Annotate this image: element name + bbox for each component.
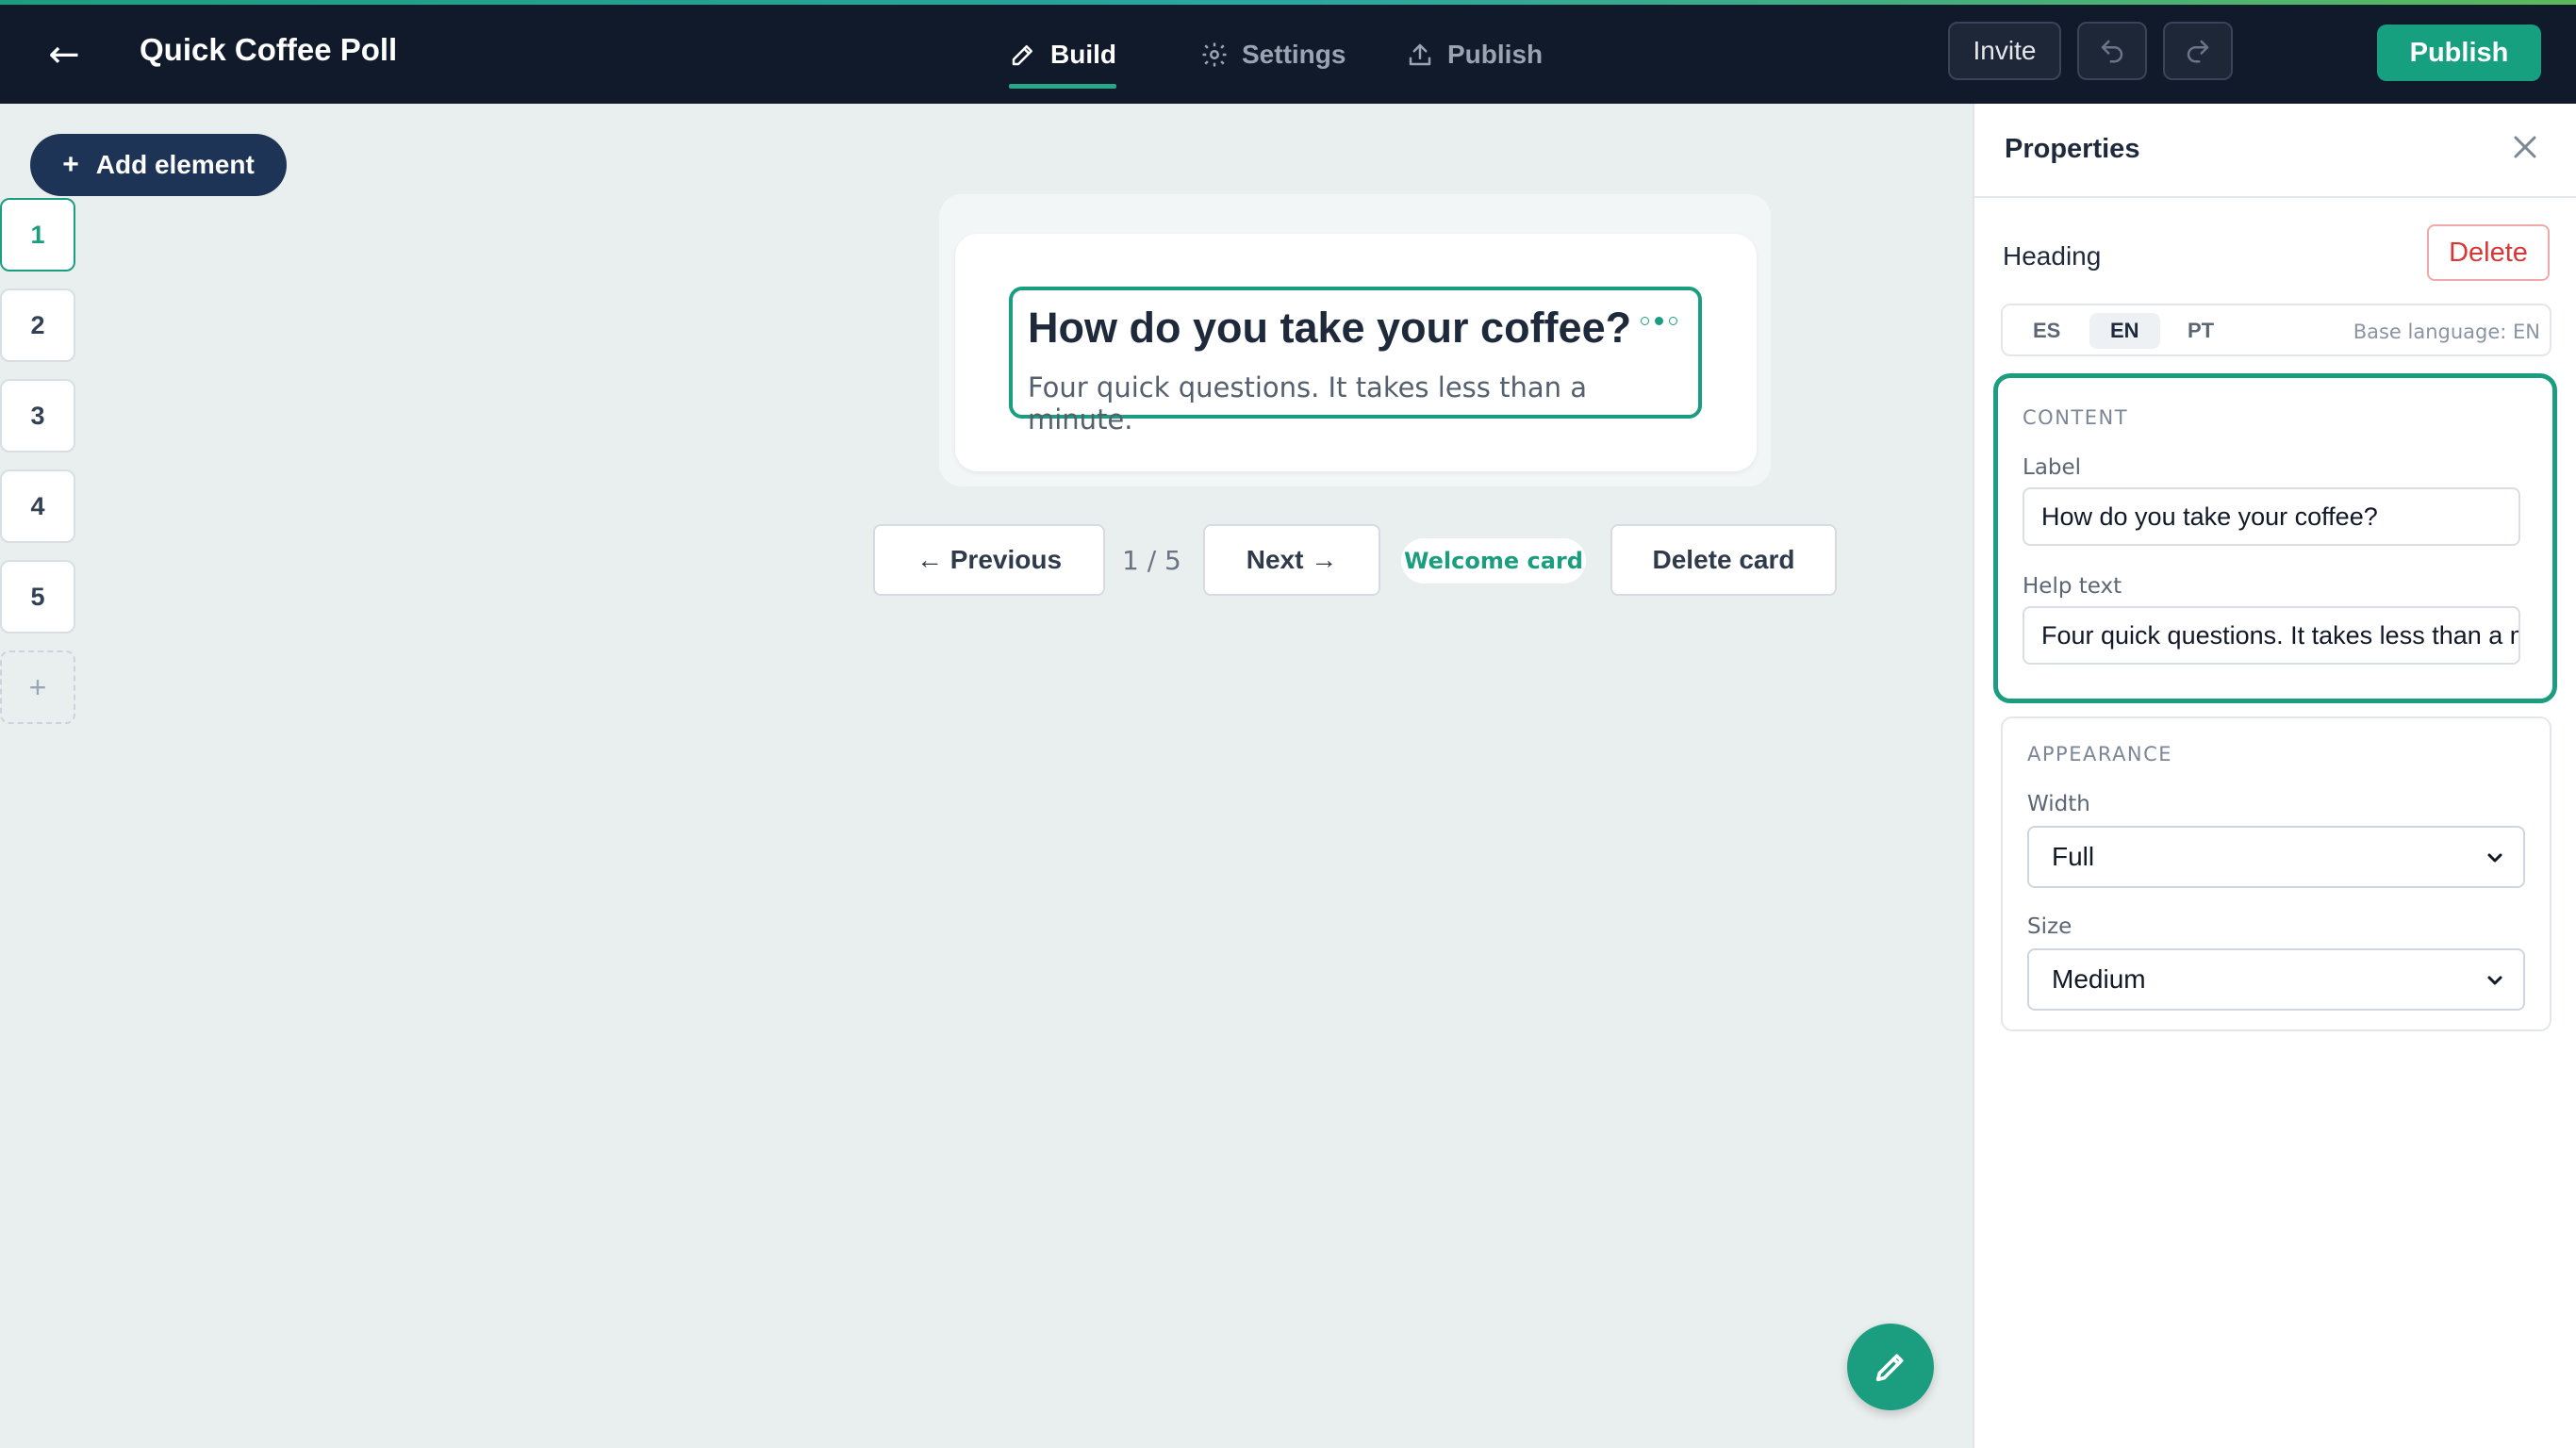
lang-tab-es[interactable]: ES <box>2012 313 2081 349</box>
pencil-icon <box>1012 45 1032 66</box>
tab-settings[interactable]: Settings <box>1200 26 1346 83</box>
appearance-section: APPEARANCE Width Full Size Medium <box>2001 716 2551 1031</box>
page-chip-2[interactable]: 2 <box>0 288 75 362</box>
lang-tab-pt[interactable]: PT <box>2167 313 2235 349</box>
pencil-icon <box>1875 1354 1904 1382</box>
label-field-label: Label <box>2023 455 2082 480</box>
add-page-button[interactable]: + <box>0 650 75 724</box>
panel-header: Properties <box>1974 104 2576 198</box>
upload-icon <box>1409 43 1431 66</box>
panel-title: Properties <box>2005 134 2140 164</box>
tab-build[interactable]: Build <box>1009 26 1116 89</box>
card-type-badge: Welcome card <box>1401 538 1586 584</box>
help-text-field-label: Help text <box>2023 574 2122 599</box>
size-select-value: Medium <box>2052 964 2146 994</box>
redo-button[interactable] <box>2163 22 2233 80</box>
delete-element-button[interactable]: Delete <box>2427 224 2550 281</box>
tab-settings-label: Settings <box>1242 40 1346 69</box>
undo-button[interactable] <box>2077 22 2147 80</box>
add-element-label: Add element <box>95 150 255 179</box>
redo-icon <box>2187 40 2209 63</box>
heading-help-text: Four quick questions. It takes less than… <box>1028 371 1587 436</box>
invite-button[interactable]: Invite <box>1948 22 2061 80</box>
page-chip-1[interactable]: 1 <box>0 198 75 272</box>
tab-build-label: Build <box>1050 40 1116 69</box>
top-bar: ← Quick Coffee Poll Build Settings Publi… <box>0 0 2576 104</box>
size-field-label: Size <box>2027 914 2072 939</box>
page-chip-3[interactable]: 3 <box>0 379 75 452</box>
content-section-title: CONTENT <box>2023 406 2129 429</box>
label-input[interactable]: How do you take your coffee? <box>2023 487 2520 546</box>
page-chip-5[interactable]: 5 <box>0 560 75 634</box>
base-language-note: Base language: EN <box>2353 321 2540 343</box>
width-select-value: Full <box>2052 842 2095 871</box>
chevron-down-icon <box>2487 976 2502 985</box>
tab-publish[interactable]: Publish <box>1406 26 1543 83</box>
content-section: CONTENT Label How do you take your coffe… <box>1993 373 2557 703</box>
more-options-icon[interactable] <box>1641 317 1677 325</box>
size-select[interactable]: Medium <box>2027 948 2525 1011</box>
back-arrow-icon[interactable]: ← <box>38 28 91 81</box>
add-element-button[interactable]: + Add element <box>30 134 287 196</box>
element-type-label: Heading <box>2003 241 2102 271</box>
publish-button[interactable]: Publish <box>2377 25 2541 81</box>
plus-icon: + <box>62 149 79 180</box>
top-accent-line <box>0 0 2576 5</box>
width-select[interactable]: Full <box>2027 826 2525 888</box>
chevron-down-icon <box>2487 853 2502 863</box>
delete-card-button[interactable]: Delete card <box>1610 524 1837 596</box>
appearance-section-title: APPEARANCE <box>2027 743 2173 765</box>
tab-publish-label: Publish <box>1447 40 1544 69</box>
lang-tab-en[interactable]: EN <box>2089 313 2160 349</box>
next-button[interactable]: Next → <box>1203 524 1380 596</box>
gear-icon <box>1202 42 1227 67</box>
properties-panel: Properties Heading Delete ES EN PT Base … <box>1973 104 2576 1448</box>
previous-button[interactable]: ← Previous <box>873 524 1105 596</box>
undo-icon <box>2101 40 2123 63</box>
language-switcher: ES EN PT Base language: EN <box>2001 304 2551 356</box>
app-title: Quick Coffee Poll <box>140 32 398 67</box>
width-field-label: Width <box>2027 792 2090 816</box>
close-icon[interactable] <box>2506 128 2544 166</box>
edit-fab-button[interactable] <box>1847 1324 1934 1410</box>
help-text-input[interactable]: Four quick questions. It takes less than… <box>2023 606 2520 665</box>
heading-text: How do you take your coffee? <box>1028 304 1632 352</box>
page-chip-4[interactable]: 4 <box>0 469 75 543</box>
page-counter: 1 / 5 <box>1122 545 1181 576</box>
heading-element[interactable]: How do you take your coffee? Four quick … <box>1009 287 1702 436</box>
